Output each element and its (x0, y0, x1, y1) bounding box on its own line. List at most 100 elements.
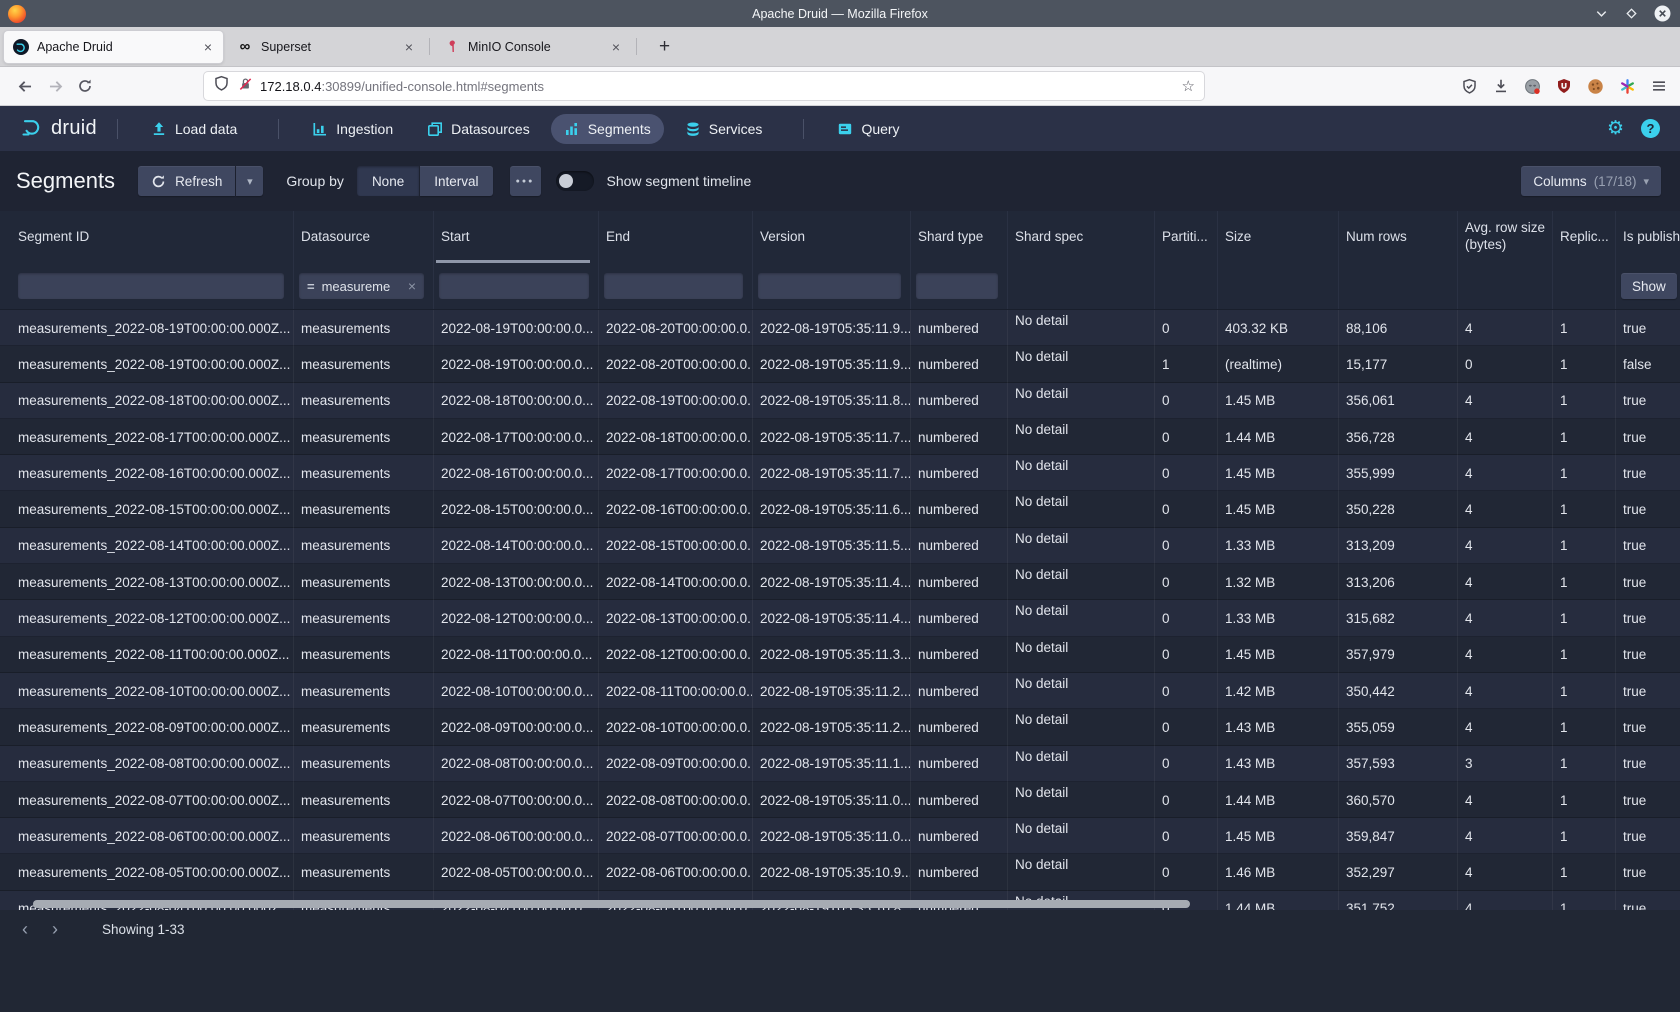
cell-replicas: 1 (1553, 673, 1616, 709)
reload-icon[interactable] (70, 78, 100, 94)
window-close-icon[interactable] (1654, 5, 1671, 22)
segment-timeline-toggle[interactable] (556, 171, 594, 191)
nav-item-segments[interactable]: Segments (551, 114, 664, 144)
browser-tab[interactable]: ∞Superset× (228, 31, 424, 63)
cell-replicas: 1 (1553, 637, 1616, 673)
column-header-segment_id[interactable]: Segment ID (0, 211, 294, 263)
cell-is_published: true (1616, 310, 1680, 346)
table-row: measurements_2022-08-19T00:00:00.000Z...… (0, 346, 1680, 382)
browser-tab[interactable]: MinIO Console× (435, 31, 631, 63)
settings-gear-icon[interactable]: ⚙ (1607, 119, 1624, 138)
insecure-lock-icon[interactable] (238, 76, 253, 97)
filter-chip-close-icon[interactable]: × (408, 278, 416, 294)
mask-extension-icon[interactable] (1524, 78, 1541, 95)
cell-segment_id: measurements_2022-08-07T00:00:00.000Z... (0, 782, 294, 818)
column-header-shard_spec[interactable]: Shard spec (1008, 211, 1155, 263)
prev-page-button[interactable]: ‹ (10, 917, 40, 943)
new-tab-button[interactable]: + (651, 36, 678, 58)
cell-end: 2022-08-10T00:00:00.0... (599, 709, 753, 745)
cell-segment_id: measurements_2022-08-19T00:00:00.000Z... (0, 310, 294, 346)
group-by-none-button[interactable]: None (357, 166, 419, 196)
druid-favicon (13, 39, 29, 55)
cell-avg_row_size: 4 (1458, 891, 1553, 910)
filter-input-end[interactable] (604, 273, 743, 299)
url-host: 172.18.0.4 (260, 79, 321, 94)
column-header-version[interactable]: Version (753, 211, 911, 263)
cell-datasource: measurements (294, 673, 434, 709)
nav-item-services[interactable]: Services (672, 114, 776, 144)
ublock-extension-icon[interactable] (1556, 78, 1572, 94)
datasource-filter-chip[interactable]: =measureme× (299, 273, 424, 299)
url-bar[interactable]: 172.18.0.4:30899/unified-console.html#se… (204, 72, 1204, 100)
columns-button[interactable]: Columns (17/18) ▾ (1521, 166, 1661, 196)
back-icon[interactable] (10, 78, 40, 95)
column-header-shard_type[interactable]: Shard type (911, 211, 1008, 263)
is-published-filter-button[interactable]: Show (1621, 273, 1677, 299)
tab-close-icon[interactable]: × (403, 40, 415, 54)
group-by-interval-button[interactable]: Interval (420, 166, 492, 196)
column-header-partition[interactable]: Partiti... (1155, 211, 1218, 263)
horizontal-scrollbar[interactable] (33, 900, 1190, 908)
nav-item-label: Query (861, 121, 899, 137)
help-icon[interactable]: ? (1641, 119, 1660, 138)
column-header-num_rows[interactable]: Num rows (1339, 211, 1458, 263)
filter-input-segment_id[interactable] (18, 273, 284, 299)
column-header-size[interactable]: Size (1218, 211, 1339, 263)
column-header-replicas[interactable]: Replic... (1553, 211, 1616, 263)
cell-end: 2022-08-14T00:00:00.0... (599, 564, 753, 600)
cell-is_published: true (1616, 564, 1680, 600)
window-minimize-icon[interactable] (1594, 6, 1609, 21)
tab-close-icon[interactable]: × (610, 40, 622, 54)
more-options-button[interactable]: ●●● (510, 166, 541, 196)
column-header-datasource[interactable]: Datasource (294, 211, 434, 263)
cell-shard_spec: No detail (1008, 310, 1155, 346)
nav-item-label: Datasources (451, 121, 530, 137)
nav-item-load-data[interactable]: Load data (138, 114, 250, 144)
refresh-button[interactable]: Refresh (138, 166, 235, 196)
refresh-caret-button[interactable]: ▾ (236, 166, 263, 196)
cell-shard_spec: No detail (1008, 637, 1155, 673)
more-dots-icon: ●●● (516, 178, 535, 185)
ingestion-icon (312, 121, 328, 137)
downloads-icon[interactable] (1493, 78, 1509, 94)
minio-favicon (444, 39, 460, 55)
cookie-extension-icon[interactable] (1587, 78, 1604, 95)
filter-input-shard_type[interactable] (916, 273, 998, 299)
tracking-protection-shield-icon[interactable] (213, 75, 230, 97)
column-header-is_published[interactable]: Is published (1616, 211, 1680, 263)
cell-size: 1.43 MB (1218, 746, 1339, 782)
nav-item-ingestion[interactable]: Ingestion (299, 114, 406, 144)
window-maximize-icon[interactable] (1624, 6, 1639, 21)
column-header-end[interactable]: End (599, 211, 753, 263)
tab-separator (636, 38, 637, 55)
cell-num_rows: 355,999 (1339, 455, 1458, 491)
column-header-start[interactable]: Start (434, 211, 599, 263)
services-icon (685, 121, 701, 137)
cell-is_published: true (1616, 673, 1680, 709)
forward-icon[interactable] (40, 78, 70, 95)
column-header-avg_row_size[interactable]: Avg. row size(bytes) (1458, 211, 1553, 263)
next-page-button[interactable]: › (40, 917, 70, 943)
nav-item-datasources[interactable]: Datasources (414, 114, 543, 144)
druid-logo[interactable]: druid (19, 113, 97, 144)
filter-input-start[interactable] (439, 273, 589, 299)
table-row: measurements_2022-08-11T00:00:00.000Z...… (0, 637, 1680, 673)
cell-avg_row_size: 4 (1458, 528, 1553, 564)
shield-check-icon[interactable] (1461, 78, 1478, 95)
pinwheel-extension-icon[interactable] (1619, 78, 1636, 95)
navbar-separator (803, 119, 804, 139)
cell-segment_id: measurements_2022-08-08T00:00:00.000Z... (0, 746, 294, 782)
filter-input-version[interactable] (758, 273, 901, 299)
cell-datasource: measurements (294, 528, 434, 564)
nav-item-query[interactable]: Query (824, 114, 912, 144)
cell-shard_type: numbered (911, 419, 1008, 455)
cell-version: 2022-08-19T05:35:11.2... (753, 673, 911, 709)
cell-segment_id: measurements_2022-08-05T00:00:00.000Z... (0, 854, 294, 890)
cell-num_rows: 352,297 (1339, 854, 1458, 890)
bookmark-star-icon[interactable]: ☆ (1182, 77, 1195, 95)
cell-end: 2022-08-13T00:00:00.0... (599, 600, 753, 636)
browser-tab[interactable]: Apache Druid× (4, 31, 223, 63)
cell-end: 2022-08-06T00:00:00.0... (599, 854, 753, 890)
menu-icon[interactable] (1651, 78, 1667, 94)
tab-close-icon[interactable]: × (202, 40, 214, 54)
